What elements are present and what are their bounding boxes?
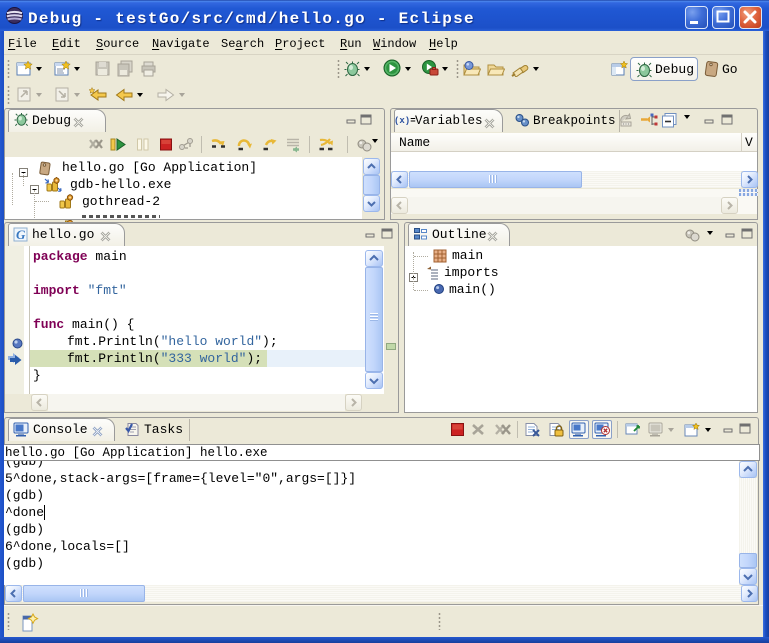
svg-text:G: G (16, 227, 26, 242)
